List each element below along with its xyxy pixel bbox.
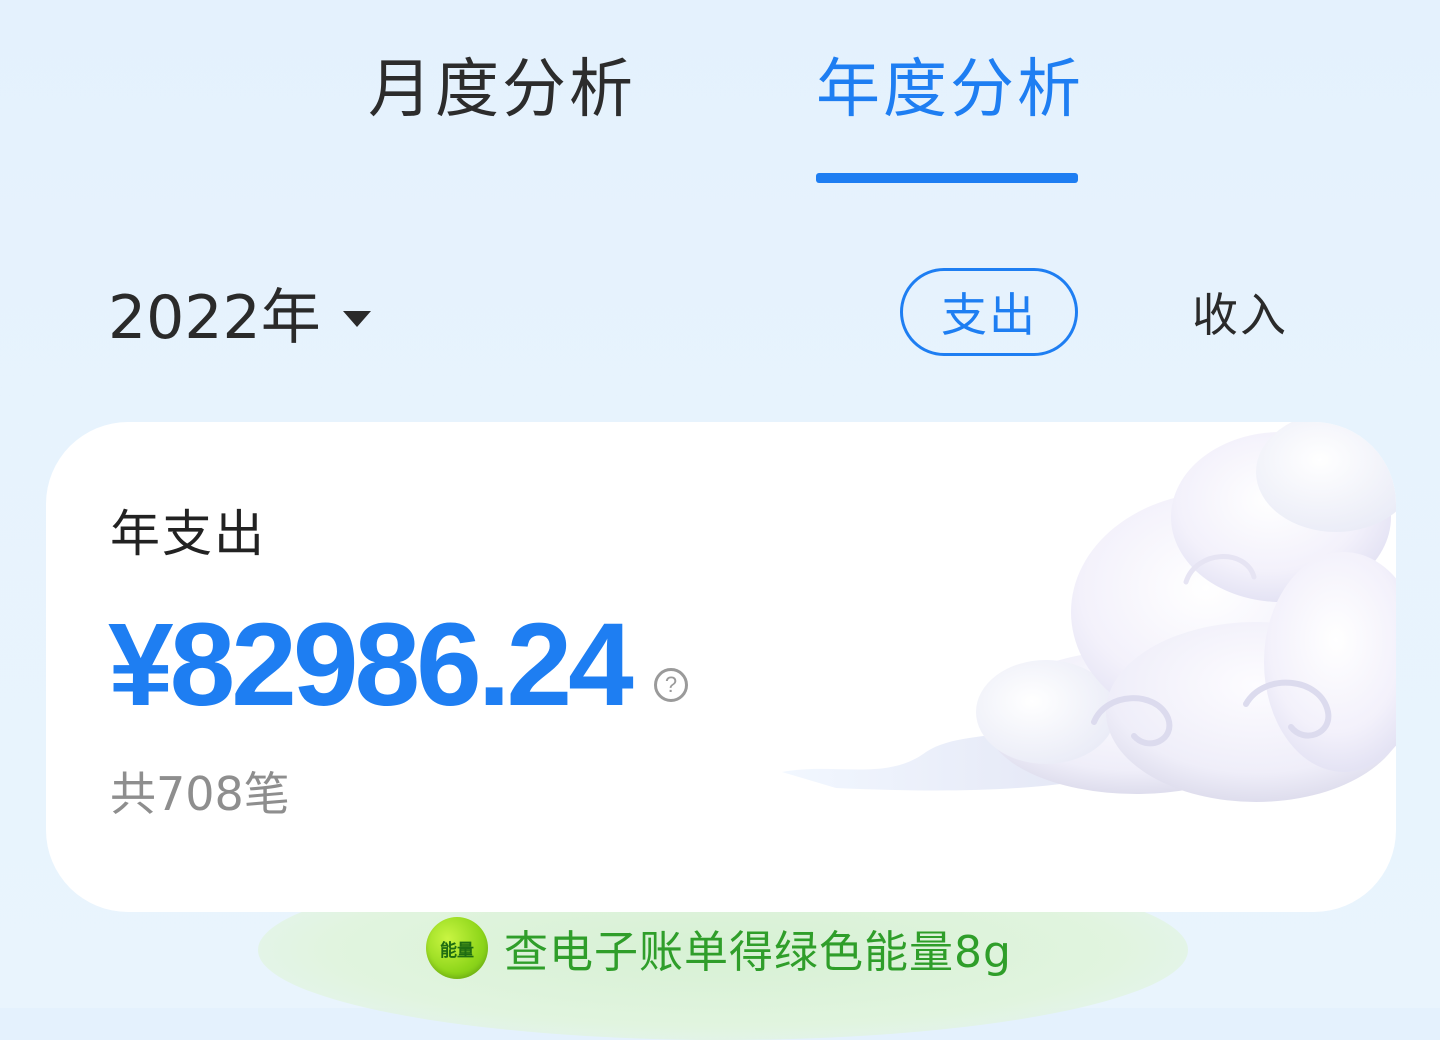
energy-banner-text: 查电子账单得绿色能量8g bbox=[504, 927, 1012, 978]
annual-expense-amount: ¥82986.24 bbox=[108, 599, 634, 731]
annual-expense-card: 年支出 ¥82986.24 ? 共708笔 bbox=[46, 422, 1396, 912]
year-selector-value: 2022年 bbox=[108, 283, 321, 353]
expense-toggle-button[interactable]: 支出 bbox=[900, 268, 1078, 356]
caret-down-icon bbox=[342, 311, 371, 327]
energy-badge-icon: 能量 bbox=[426, 917, 488, 979]
transaction-count: 共708笔 bbox=[110, 767, 290, 821]
tab-monthly-analysis[interactable]: 月度分析 bbox=[368, 52, 636, 128]
green-energy-banner[interactable]: 能量 查电子账单得绿色能量8g bbox=[426, 916, 1012, 980]
tab-yearly-analysis[interactable]: 年度分析 bbox=[816, 52, 1084, 128]
annual-expense-label: 年支出 bbox=[110, 505, 266, 563]
income-toggle-button[interactable]: 收入 bbox=[1192, 268, 1288, 356]
year-selector[interactable]: 2022年 bbox=[108, 280, 371, 356]
cloud-illustration bbox=[782, 422, 1396, 802]
help-icon[interactable]: ? bbox=[654, 668, 688, 702]
active-tab-indicator bbox=[816, 173, 1078, 183]
